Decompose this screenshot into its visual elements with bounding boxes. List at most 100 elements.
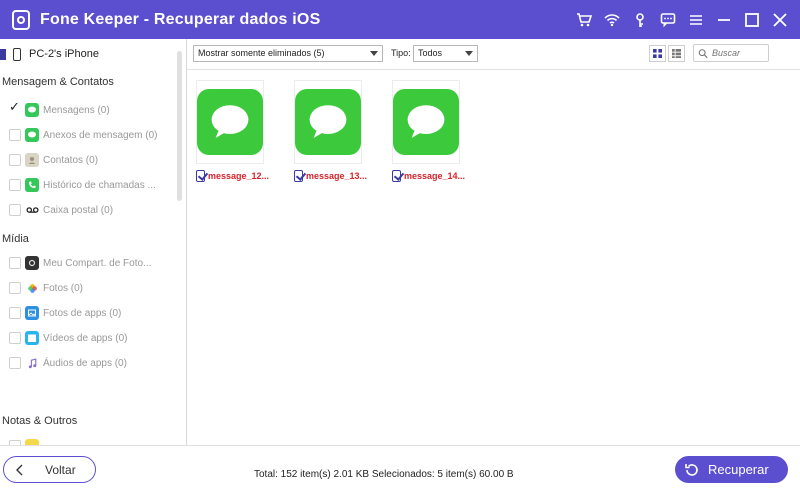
- sidebar-item-label: Vídeos de apps (0): [43, 332, 128, 344]
- list-view-button[interactable]: [668, 45, 685, 62]
- file-checkbox[interactable]: [392, 170, 401, 182]
- chevron-left-icon: [16, 464, 23, 475]
- photos-icon: [25, 281, 39, 295]
- file-item[interactable]: message_12...: [187, 80, 269, 182]
- music-icon: [25, 356, 39, 370]
- back-button-label: Voltar: [45, 462, 76, 477]
- type-dropdown-value: Todos: [418, 48, 443, 58]
- file-checkbox[interactable]: [294, 170, 303, 182]
- app-photos-icon: [25, 306, 39, 320]
- sidebar-item-messages[interactable]: Mensagens (0): [9, 100, 110, 119]
- file-thumbnail[interactable]: [392, 80, 460, 164]
- restore-icon: [685, 463, 698, 476]
- device-checkbox[interactable]: [0, 48, 6, 60]
- sidebar-item-label: Contatos (0): [43, 154, 99, 166]
- checkbox[interactable]: [9, 179, 21, 191]
- messages-icon: [25, 103, 39, 117]
- type-label: Tipo:: [391, 48, 411, 58]
- phone-call-icon: [25, 178, 39, 192]
- search-icon: [698, 48, 708, 58]
- file-name-row: message_14...: [392, 170, 465, 182]
- app-logo-icon: [12, 9, 30, 30]
- device-name: PC-2's iPhone: [29, 48, 99, 60]
- sidebar-item-photos[interactable]: Fotos (0): [9, 279, 83, 297]
- cart-icon[interactable]: [574, 10, 594, 30]
- checkbox[interactable]: [9, 332, 21, 344]
- sidebar-item-label: Áudios de apps (0): [43, 357, 127, 369]
- sidebar-item-notes-partial[interactable]: [9, 437, 39, 445]
- app-title: Fone Keeper - Recuperar dados iOS: [40, 10, 321, 28]
- contacts-icon: [25, 153, 39, 167]
- sidebar-item-photo-stream[interactable]: Meu Compart. de Foto...: [9, 254, 151, 272]
- phone-icon: [13, 47, 21, 61]
- sidebar-item-app-videos[interactable]: Vídeos de apps (0): [9, 329, 128, 347]
- grid-view-button[interactable]: [649, 45, 666, 62]
- sidebar-item-app-audios[interactable]: Áudios de apps (0): [9, 354, 127, 372]
- file-thumbnail[interactable]: [196, 80, 264, 164]
- chevron-down-icon: [370, 51, 378, 56]
- file-thumbnail[interactable]: [294, 80, 362, 164]
- file-item[interactable]: message_13...: [285, 80, 367, 182]
- recover-button-label: Recuperar: [708, 462, 769, 477]
- search-box[interactable]: [693, 44, 769, 62]
- sidebar-item-voicemail[interactable]: Caixa postal (0): [9, 201, 113, 219]
- voicemail-icon: [25, 203, 39, 217]
- checkbox[interactable]: [9, 129, 21, 141]
- recover-button[interactable]: Recuperar: [675, 456, 788, 483]
- section-title-media: Mídia: [2, 233, 29, 245]
- sidebar-item-label: Fotos (0): [43, 282, 84, 294]
- wifi-icon[interactable]: [602, 10, 622, 30]
- minimize-icon[interactable]: [714, 10, 734, 30]
- back-button[interactable]: Voltar: [3, 456, 96, 483]
- sidebar: PC-2's iPhone Mensagem & Contatos Mensag…: [0, 39, 187, 445]
- checkbox[interactable]: [9, 282, 21, 294]
- section-title-notes: Notas & Outros: [2, 415, 78, 427]
- sidebar-item-label: Mensagens (0): [43, 104, 110, 116]
- sidebar-item-app-photos[interactable]: Fotos de apps (0): [9, 304, 121, 322]
- sidebar-item-label: Histórico de chamadas ...: [43, 179, 156, 191]
- list-view-icon: [672, 49, 681, 58]
- checkbox[interactable]: [9, 154, 21, 166]
- message-icon: [197, 89, 263, 155]
- sidebar-item-label: Meu Compart. de Foto...: [43, 257, 152, 269]
- sidebar-item-contacts[interactable]: Contatos (0): [9, 151, 98, 169]
- toolbar: Mostrar somente eliminados (5) Tipo: Tod…: [187, 39, 800, 70]
- file-name: message_12...: [207, 171, 269, 181]
- sidebar-item-label: Caixa postal (0): [43, 204, 114, 216]
- status-text: Total: 152 item(s) 2.01 KB Selecionados:…: [254, 469, 514, 480]
- video-icon: [25, 331, 39, 345]
- menu-icon[interactable]: [686, 10, 706, 30]
- search-input[interactable]: [708, 48, 768, 58]
- filter-dropdown-value: Mostrar somente eliminados (5): [198, 48, 325, 58]
- type-dropdown[interactable]: Todos: [413, 45, 478, 62]
- file-item[interactable]: message_14...: [383, 80, 465, 182]
- message-attachments-icon: [25, 128, 39, 142]
- chat-icon[interactable]: [658, 10, 678, 30]
- title-bar: Fone Keeper - Recuperar dados iOS: [0, 0, 800, 39]
- footer: Voltar Total: 152 item(s) 2.01 KB Seleci…: [0, 445, 800, 491]
- sidebar-scrollbar[interactable]: [177, 51, 182, 201]
- file-checkbox[interactable]: [196, 170, 205, 182]
- chevron-down-icon: [465, 51, 473, 56]
- checkbox[interactable]: [9, 100, 21, 116]
- message-icon: [295, 89, 361, 155]
- checkbox[interactable]: [9, 307, 21, 319]
- maximize-icon[interactable]: [742, 10, 762, 30]
- checkbox[interactable]: [9, 257, 21, 269]
- checkbox[interactable]: [9, 204, 21, 216]
- sidebar-item-label: Fotos de apps (0): [43, 307, 122, 319]
- file-name: message_14...: [403, 171, 465, 181]
- message-icon: [393, 89, 459, 155]
- file-name-row: message_12...: [196, 170, 269, 182]
- close-icon[interactable]: [770, 10, 790, 30]
- filter-dropdown[interactable]: Mostrar somente eliminados (5): [193, 45, 383, 62]
- section-title-messages: Mensagem & Contatos: [2, 76, 114, 88]
- sidebar-item-message-attachments[interactable]: Anexos de mensagem (0): [9, 126, 158, 144]
- key-icon[interactable]: [630, 10, 650, 30]
- title-bar-icons: [574, 0, 790, 39]
- sidebar-item-call-history[interactable]: Histórico de chamadas ...: [9, 176, 156, 194]
- file-name: message_13...: [305, 171, 367, 181]
- checkbox[interactable]: [9, 357, 21, 369]
- sidebar-item-label: Anexos de mensagem (0): [43, 129, 158, 141]
- device-row[interactable]: PC-2's iPhone: [0, 45, 99, 63]
